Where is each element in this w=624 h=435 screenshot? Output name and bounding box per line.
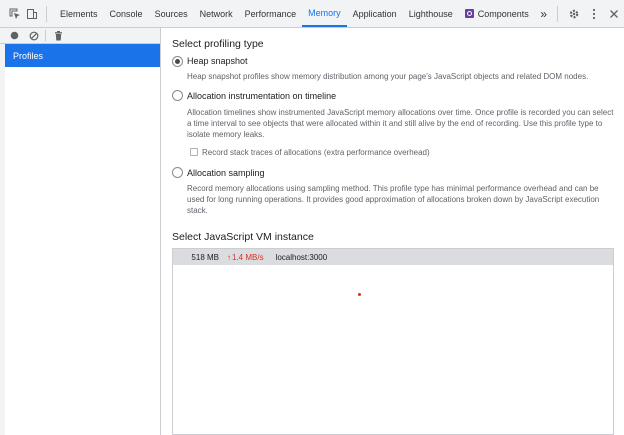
react-components-icon bbox=[464, 9, 474, 18]
allocation-timeline-title[interactable]: Allocation instrumentation on timeline bbox=[187, 91, 336, 101]
inspect-element-icon[interactable] bbox=[6, 0, 23, 27]
tab-label: Lighthouse bbox=[408, 8, 453, 19]
tab-memory[interactable]: Memory bbox=[302, 0, 347, 27]
heap-snapshot-description: Heap snapshot profiles show memory distr… bbox=[187, 72, 589, 81]
profiles-sidebar: Profiles bbox=[0, 28, 161, 435]
more-tabs-label: » bbox=[540, 6, 548, 21]
tab-label: Memory bbox=[308, 7, 341, 18]
toolbar-divider bbox=[46, 5, 47, 22]
kebab-menu-icon[interactable] bbox=[584, 0, 604, 27]
sidebar-item-profiles[interactable]: Profiles bbox=[5, 44, 160, 67]
tab-label: Performance bbox=[244, 8, 297, 19]
tab-sources[interactable]: Sources bbox=[149, 0, 194, 27]
record-stack-traces-checkbox[interactable] bbox=[190, 148, 198, 156]
tab-label: Elements bbox=[60, 8, 98, 19]
settings-gear-icon[interactable] bbox=[564, 0, 584, 27]
devtools-tab-bar: Elements Console Sources Network Perform… bbox=[0, 0, 624, 28]
vm-allocation-rate: ↑ 1.4 MB/s bbox=[227, 253, 264, 262]
profiling-type-heading: Select profiling type bbox=[172, 38, 264, 50]
tab-label: Sources bbox=[154, 8, 188, 19]
allocation-timeline-radio[interactable] bbox=[172, 90, 183, 101]
tab-label: Application bbox=[352, 8, 397, 19]
allocation-sampling-radio[interactable] bbox=[172, 167, 183, 178]
sidebar-list bbox=[5, 67, 160, 435]
tab-label: Components bbox=[477, 8, 529, 19]
vm-instance-row[interactable]: 518 MB ↑ 1.4 MB/s localhost:3000 bbox=[173, 249, 613, 265]
toolbar-divider bbox=[45, 30, 46, 41]
close-icon[interactable] bbox=[604, 0, 624, 27]
tab-application[interactable]: Application bbox=[347, 0, 403, 27]
tab-label: Console bbox=[109, 8, 143, 19]
tab-components[interactable]: Components bbox=[459, 0, 535, 27]
tab-label: Network bbox=[199, 8, 233, 19]
record-stack-traces-label[interactable]: Record stack traces of allocations (extr… bbox=[202, 148, 430, 157]
allocation-timeline-description: Allocation timelines show instrumented J… bbox=[187, 108, 614, 139]
tab-network[interactable]: Network bbox=[194, 0, 239, 27]
sidebar-item-label: Profiles bbox=[13, 50, 44, 61]
sidebar-toolbar bbox=[0, 28, 160, 44]
allocation-sampling-description: Record memory allocations using sampling… bbox=[187, 184, 600, 215]
allocation-sampling-title[interactable]: Allocation sampling bbox=[187, 168, 265, 178]
vm-instance-heading: Select JavaScript VM instance bbox=[172, 231, 314, 243]
vm-heap-size: 518 MB bbox=[191, 252, 219, 262]
vm-instance-url: localhost:3000 bbox=[275, 252, 328, 262]
arrow-up-icon: ↑ bbox=[227, 252, 231, 262]
clear-all-icon[interactable] bbox=[24, 28, 43, 44]
heap-snapshot-title[interactable]: Heap snapshot bbox=[187, 56, 248, 66]
toolbar-divider bbox=[557, 5, 558, 22]
tab-console[interactable]: Console bbox=[104, 0, 149, 27]
tab-elements[interactable]: Elements bbox=[54, 0, 104, 27]
trash-icon[interactable] bbox=[49, 28, 68, 44]
vm-allocation-rate-value: 1.4 MB/s bbox=[232, 252, 264, 262]
heap-snapshot-radio[interactable] bbox=[172, 56, 183, 67]
vm-instance-list: 518 MB ↑ 1.4 MB/s localhost:3000 bbox=[172, 248, 614, 435]
device-toolbar-icon[interactable] bbox=[23, 0, 40, 27]
tab-performance[interactable]: Performance bbox=[239, 0, 303, 27]
record-icon[interactable] bbox=[5, 28, 24, 44]
tab-lighthouse[interactable]: Lighthouse bbox=[403, 0, 459, 27]
red-dot-marker bbox=[358, 293, 361, 296]
